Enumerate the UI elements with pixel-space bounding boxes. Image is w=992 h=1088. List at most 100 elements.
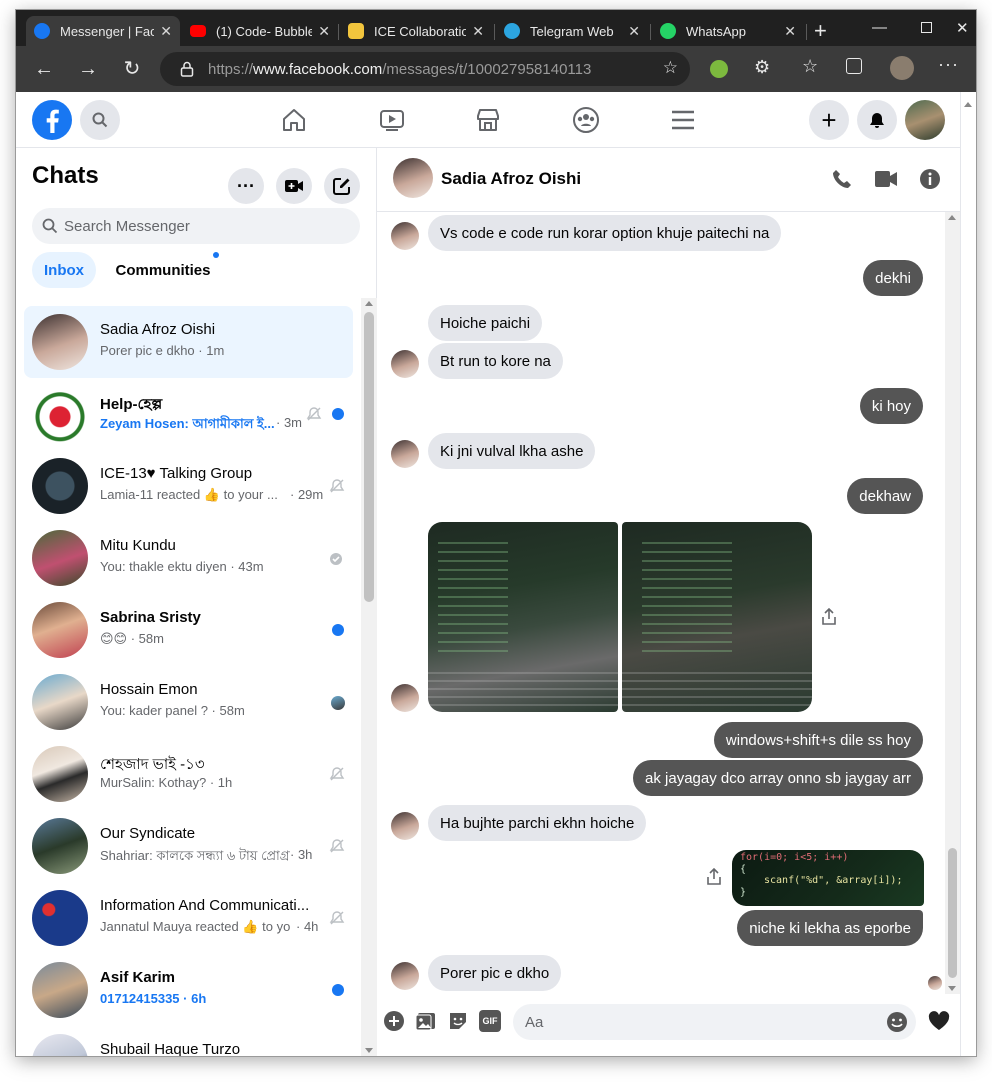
phone-icon[interactable] bbox=[831, 168, 853, 190]
more-menu-icon[interactable]: ··· bbox=[938, 54, 959, 75]
chat-row[interactable]: Sabrina Sristy 😊😊 · 58m bbox=[24, 594, 353, 666]
favorites-icon[interactable]: ☆ bbox=[802, 56, 818, 77]
create-button[interactable]: + bbox=[809, 100, 849, 140]
chat-row[interactable]: Information And Communicati... Jannatul … bbox=[24, 882, 353, 954]
account-avatar[interactable] bbox=[905, 100, 945, 140]
chat-row[interactable]: Mitu Kundu You: thakle ektu diyen · 43m bbox=[24, 522, 353, 594]
contact-name[interactable]: Sadia Afroz Oishi bbox=[441, 169, 581, 189]
message-bubble-incoming[interactable]: Bt run to kore na bbox=[428, 343, 563, 379]
gif-icon[interactable]: GIF bbox=[479, 1010, 501, 1032]
share-icon[interactable] bbox=[821, 608, 837, 626]
chat-preview: You: thakle ektu diyen · 43m bbox=[100, 559, 264, 574]
reload-icon[interactable]: ↻ bbox=[120, 57, 144, 81]
chat-row[interactable]: Help-হেল্প Zeyam Hosen: আগামীকাল ই... · … bbox=[24, 378, 353, 450]
message-bubble-outgoing[interactable]: dekhaw bbox=[847, 478, 923, 514]
minimize-icon[interactable]: — bbox=[872, 19, 887, 36]
url-bar[interactable]: https://www.facebook.com/messages/t/1000… bbox=[160, 52, 690, 86]
sticker-icon[interactable] bbox=[447, 1010, 469, 1032]
message-bubble-incoming[interactable]: Ha bujhte parchi ekhn hoiche bbox=[428, 805, 647, 841]
facebook-logo-icon[interactable] bbox=[32, 100, 72, 140]
chat-row[interactable]: ICE-13♥ Talking Group Lamia-11 reacted 👍… bbox=[24, 450, 353, 522]
chat-row[interactable]: Shubail Haque Turzo bbox=[24, 1026, 353, 1056]
code-line: } bbox=[740, 886, 747, 898]
profile-avatar-icon[interactable] bbox=[890, 56, 914, 80]
tab-inbox[interactable]: Inbox bbox=[32, 252, 96, 288]
page-scrollbar[interactable] bbox=[960, 92, 976, 1056]
forward-icon[interactable]: → bbox=[76, 57, 100, 81]
home-icon[interactable] bbox=[280, 106, 308, 134]
photo-icon[interactable] bbox=[415, 1010, 437, 1032]
message-bubble-outgoing[interactable]: ak jayagay dco array onno sb jaygay arr bbox=[633, 760, 923, 796]
search-messenger-input[interactable]: Search Messenger bbox=[32, 208, 360, 244]
contact-avatar[interactable] bbox=[393, 158, 433, 198]
message-bubble-incoming[interactable]: Porer pic e dkho bbox=[428, 955, 562, 991]
message-bubble-incoming[interactable]: Hoiche paichi bbox=[428, 305, 543, 341]
notifications-button[interactable] bbox=[857, 100, 897, 140]
lock-icon[interactable] bbox=[180, 61, 194, 77]
code-screenshot-attachment[interactable]: for(i=0; i<5; i++) { scanf("%d", &array[… bbox=[732, 850, 924, 906]
close-tab-icon[interactable]: ✕ bbox=[784, 23, 796, 40]
message-scrollbar[interactable] bbox=[945, 212, 960, 994]
code-line: scanf("%d", &array[i]); bbox=[764, 875, 903, 886]
maximize-icon[interactable] bbox=[921, 22, 932, 33]
message-bubble-incoming[interactable]: Ki jni vulval lkha ashe bbox=[428, 433, 596, 469]
close-window-icon[interactable]: ✕ bbox=[956, 19, 969, 37]
favorite-star-icon[interactable]: ☆ bbox=[663, 58, 678, 78]
tab-ice-collaboration[interactable]: ICE Collaboration ✕ bbox=[340, 16, 492, 46]
tab-youtube[interactable]: (1) Code- Bubble Sort ✕ bbox=[182, 16, 338, 46]
chats-heading: Chats bbox=[32, 162, 99, 189]
sender-avatar bbox=[391, 440, 419, 468]
heart-reaction-icon[interactable] bbox=[928, 1011, 950, 1031]
compose-icon bbox=[333, 178, 350, 195]
message-bubble-outgoing[interactable]: niche ki lekha as eporbe bbox=[737, 910, 923, 946]
message-input[interactable]: Aa bbox=[513, 1004, 916, 1040]
close-tab-icon[interactable]: ✕ bbox=[318, 23, 330, 40]
search-button[interactable] bbox=[80, 100, 120, 140]
chat-row[interactable]: Asif Karim 01712415335 · 6h bbox=[24, 954, 353, 1026]
chat-list-scrollbar[interactable] bbox=[361, 298, 377, 1056]
collections-icon[interactable] bbox=[846, 58, 862, 74]
address-toolbar: ← → ↻ https://www.facebook.com/messages/… bbox=[16, 46, 976, 92]
communities-unread-dot bbox=[213, 252, 219, 258]
scrollbar-thumb[interactable] bbox=[364, 312, 374, 602]
puzzle-extensions-icon[interactable]: ⚙ bbox=[754, 57, 770, 78]
read-receipt-avatar bbox=[928, 976, 942, 990]
groups-icon[interactable] bbox=[572, 106, 600, 134]
new-tab-icon[interactable]: + bbox=[814, 18, 827, 44]
message-bubble-incoming[interactable]: Vs code e code run korar option khuje pa… bbox=[428, 215, 782, 251]
photo-attachment[interactable] bbox=[428, 522, 618, 712]
emoji-icon[interactable] bbox=[886, 1011, 908, 1033]
chat-time: · 3m bbox=[276, 415, 302, 430]
close-tab-icon[interactable]: ✕ bbox=[628, 23, 640, 40]
tab-communities[interactable]: Communities bbox=[104, 252, 222, 288]
close-tab-icon[interactable]: ✕ bbox=[472, 23, 484, 40]
watch-icon[interactable] bbox=[378, 106, 406, 134]
video-call-icon[interactable] bbox=[874, 169, 898, 189]
more-actions-plus-icon[interactable] bbox=[383, 1010, 405, 1032]
tab-whatsapp[interactable]: WhatsApp ✕ bbox=[652, 16, 804, 46]
chat-preview: Jannatul Mauya reacted 👍 to yo... bbox=[100, 919, 290, 934]
share-icon[interactable] bbox=[706, 868, 722, 886]
tab-telegram[interactable]: Telegram Web ✕ bbox=[496, 16, 648, 46]
chat-row[interactable]: Hossain Emon You: kader panel ? · 58m bbox=[24, 666, 353, 738]
marketplace-icon[interactable] bbox=[474, 106, 502, 134]
new-room-button[interactable] bbox=[276, 168, 312, 204]
chat-row[interactable]: Sadia Afroz Oishi Porer pic e dkho · 1m bbox=[24, 306, 353, 378]
message-bubble-outgoing[interactable]: ki hoy bbox=[859, 388, 923, 424]
avatar bbox=[32, 1034, 88, 1056]
info-icon[interactable] bbox=[919, 168, 941, 190]
message-bubble-outgoing[interactable]: windows+shift+s dile ss hoy bbox=[713, 722, 923, 758]
scrollbar-thumb[interactable] bbox=[948, 848, 957, 978]
tab-messenger[interactable]: Messenger | Facebook ✕ bbox=[26, 16, 180, 46]
extension-icon[interactable] bbox=[710, 60, 728, 78]
chat-name: Asif Karim bbox=[100, 969, 176, 986]
message-bubble-outgoing[interactable]: dekhi bbox=[863, 260, 923, 296]
chat-options-button[interactable]: ··· bbox=[228, 168, 264, 204]
chat-row[interactable]: Our Syndicate Shahriar: কালকে সন্ধ্যা ৬ … bbox=[24, 810, 353, 882]
new-message-button[interactable] bbox=[324, 168, 360, 204]
photo-attachment[interactable] bbox=[622, 522, 812, 712]
close-tab-icon[interactable]: ✕ bbox=[160, 23, 172, 40]
chat-row[interactable]: শেহজাদ ভাই -১৩ MurSalin: Kothay? · 1h bbox=[24, 738, 353, 810]
menu-icon[interactable] bbox=[669, 106, 697, 134]
back-icon[interactable]: ← bbox=[32, 57, 56, 81]
